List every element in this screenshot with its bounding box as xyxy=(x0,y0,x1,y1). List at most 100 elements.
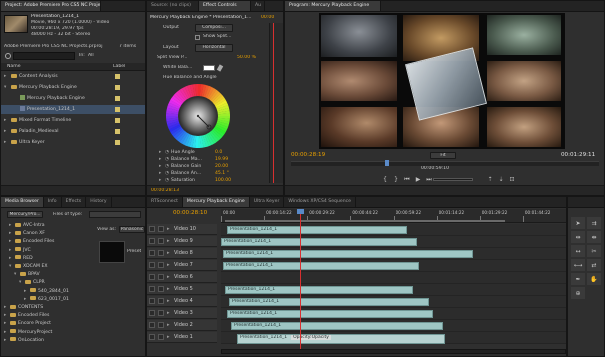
search-input[interactable] xyxy=(13,52,75,60)
disclosure-closed-icon[interactable]: ▸ xyxy=(167,272,172,282)
media-tree-item[interactable]: ▾ BPAV xyxy=(1,271,93,279)
disclosure-closed-icon[interactable]: ▸ xyxy=(4,116,10,125)
ripple-edit-tool-icon[interactable]: ⇹ xyxy=(571,231,585,243)
media-location-dropdown[interactable]: Mercury/Pro... xyxy=(7,211,43,218)
tab-windows-sequence[interactable]: Windows XP/CS4 Sequence xyxy=(284,197,356,207)
disclosure-closed-icon[interactable]: ▸ xyxy=(4,329,9,337)
timeline-clip[interactable]: Presentation_1214_1 xyxy=(223,250,473,258)
play-icon[interactable]: ▶ xyxy=(414,176,422,184)
media-tree-item[interactable]: ▾ XDCAM EX xyxy=(1,263,93,271)
track-lane[interactable] xyxy=(221,272,566,284)
track-header[interactable]: ▸ Video 6 xyxy=(147,272,217,283)
tab-audio[interactable]: Au xyxy=(251,1,265,11)
step-forward-icon[interactable]: ⏭ xyxy=(425,176,433,184)
media-tree-item[interactable]: ▸ AVC-Intra xyxy=(1,222,93,230)
tab-media-browser[interactable]: Media Browser xyxy=(1,197,44,207)
split-view-value[interactable]: 50.00 % xyxy=(237,55,256,61)
media-tree-item[interactable]: ▸ JVC xyxy=(1,247,93,255)
lock-icon[interactable] xyxy=(158,250,164,256)
search-icon[interactable] xyxy=(5,53,11,59)
timeline-clip[interactable]: Presentation_1214_1 xyxy=(227,310,433,318)
effect-playhead[interactable] xyxy=(273,23,274,183)
lock-icon[interactable] xyxy=(158,298,164,304)
lock-icon[interactable] xyxy=(158,226,164,232)
project-item[interactable]: ▸ Ultra Keyer xyxy=(1,138,145,147)
layout-dropdown[interactable]: Horizontal xyxy=(195,44,233,52)
clip-effect-label[interactable]: Opacity:Opacity xyxy=(291,335,331,340)
color-wheel[interactable] xyxy=(165,83,231,149)
work-area-bar[interactable] xyxy=(225,220,505,222)
lift-icon[interactable]: ⇡ xyxy=(486,176,494,184)
toggle-output-icon[interactable] xyxy=(149,274,155,280)
disclosure-closed-icon[interactable]: ▸ xyxy=(24,288,29,296)
timeline-clip[interactable]: Presentation_1214_1 xyxy=(227,226,407,234)
tab-ultra-keyer[interactable]: Ultra Keyer xyxy=(250,197,285,207)
disclosure-closed-icon[interactable]: ▸ xyxy=(167,332,172,342)
timeline-clip[interactable]: Presentation_1214_1 xyxy=(225,286,413,294)
media-tree-item[interactable]: ▸ Encoded Files xyxy=(1,312,93,320)
effect-footer-timecode[interactable]: 00:00:28:13 xyxy=(151,188,179,194)
track-header[interactable]: ▸ Video 4 xyxy=(147,296,217,307)
zoom-tool-icon[interactable]: ⊕ xyxy=(571,287,585,299)
media-tree-item[interactable]: ▸ RED xyxy=(1,255,93,263)
toggle-output-icon[interactable] xyxy=(149,298,155,304)
lock-icon[interactable] xyxy=(158,286,164,292)
disclosure-closed-icon[interactable]: ▸ xyxy=(4,320,9,328)
disclosure-closed-icon[interactable]: ▸ xyxy=(167,320,172,330)
track-header[interactable]: ▸ Video 2 xyxy=(147,320,217,331)
pen-tool-icon[interactable]: ✒ xyxy=(571,273,585,285)
timeline-scrollbar[interactable] xyxy=(221,349,566,354)
disclosure-open-icon[interactable]: ▾ xyxy=(4,83,10,92)
lock-icon[interactable] xyxy=(158,322,164,328)
disclosure-closed-icon[interactable]: ▸ xyxy=(9,230,14,238)
program-timecode[interactable]: 00:00:28:19 xyxy=(291,152,325,158)
toggle-output-icon[interactable] xyxy=(149,238,155,244)
timeline-timecode[interactable]: 00:00:28:10 xyxy=(173,210,207,216)
project-item[interactable]: ▸ Mixed Format Timeline xyxy=(1,116,145,125)
timeline-clip[interactable]: Presentation_1214_1 Opacity:Opacity xyxy=(237,334,445,344)
media-tree-item[interactable]: ▸ Encoded Files xyxy=(1,238,93,246)
tab-project[interactable]: Project: Adobe Premiere Pro CS5 NC Proje… xyxy=(1,1,101,11)
tab-history[interactable]: History xyxy=(86,197,112,207)
media-tree-item[interactable]: ▸ Canon XF xyxy=(1,230,93,238)
media-tree-item[interactable]: ▸ CONTENTS xyxy=(1,304,93,312)
lock-icon[interactable] xyxy=(158,310,164,316)
export-frame-icon[interactable]: ⊡ xyxy=(508,176,516,184)
disclosure-closed-icon[interactable]: ▸ xyxy=(167,224,172,234)
disclosure-closed-icon[interactable]: ▸ xyxy=(167,296,172,306)
track-header[interactable]: ▸ Video 5 xyxy=(147,284,217,295)
tab-effect-controls[interactable]: Effect Controls xyxy=(199,1,251,11)
files-of-type-dropdown[interactable] xyxy=(89,211,141,218)
effect-timecode[interactable]: 00:00 xyxy=(261,15,274,21)
toggle-output-icon[interactable] xyxy=(149,286,155,292)
media-tree-item[interactable]: ▸ Encore Project xyxy=(1,320,93,328)
effect-param-row[interactable]: ▸ ◔ Balance An... 45.1 ° xyxy=(147,170,269,177)
project-item[interactable]: Presentation_1214_1 xyxy=(1,105,145,114)
track-header[interactable]: ▸ Video 3 xyxy=(147,308,217,319)
disclosure-open-icon[interactable]: ▾ xyxy=(19,279,24,287)
media-preview-thumbnail[interactable] xyxy=(99,241,125,263)
program-playhead[interactable] xyxy=(385,160,389,166)
white-balance-swatch[interactable] xyxy=(203,65,215,71)
disclosure-closed-icon[interactable]: ▸ xyxy=(9,255,14,263)
toggle-output-icon[interactable] xyxy=(149,322,155,328)
project-item[interactable]: ▸ Content Analysis xyxy=(1,72,145,81)
col-label[interactable]: Label xyxy=(113,64,125,70)
shuttle-slider[interactable] xyxy=(433,178,473,181)
timeline-clip[interactable]: Presentation_1214_1 xyxy=(221,238,417,246)
media-tree-item[interactable]: ▸ OnLocation xyxy=(1,337,93,345)
tab-effects[interactable]: Effects xyxy=(62,197,87,207)
effect-param-value[interactable]: 19.99 xyxy=(215,157,228,162)
disclosure-closed-icon[interactable]: ▸ xyxy=(4,72,10,81)
track-select-tool-icon[interactable]: ⇉ xyxy=(587,217,601,229)
track-header[interactable]: ▸ Video 9 xyxy=(147,236,217,247)
slip-tool-icon[interactable]: ⟷ xyxy=(571,259,585,271)
timeline-clip[interactable]: Presentation_1214_1 xyxy=(223,262,419,270)
lock-icon[interactable] xyxy=(158,274,164,280)
toggle-output-icon[interactable] xyxy=(149,334,155,340)
eyedropper-icon[interactable] xyxy=(216,64,224,72)
track-header[interactable]: ▸ Video 8 xyxy=(147,248,217,259)
tab-info[interactable]: Info xyxy=(44,197,62,207)
disclosure-open-icon[interactable]: ▾ xyxy=(9,263,14,271)
hand-tool-icon[interactable]: ✋ xyxy=(587,273,601,285)
